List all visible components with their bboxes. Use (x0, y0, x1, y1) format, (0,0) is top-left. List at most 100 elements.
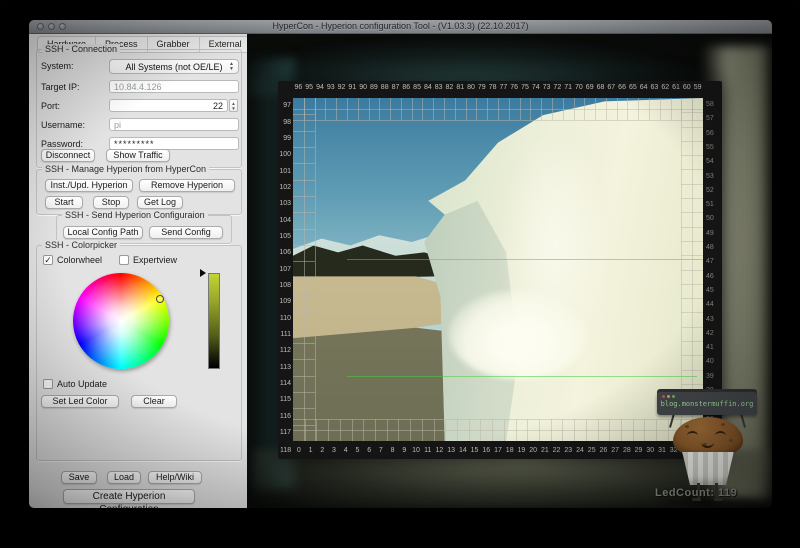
show-traffic-button[interactable]: Show Traffic (106, 149, 170, 162)
mascot-arm (669, 413, 675, 428)
checkbox-box (119, 255, 129, 265)
preview-area: 9695949392919089888786858483828180797877… (247, 34, 772, 508)
grid-line (293, 430, 703, 431)
led-index-label: 71 (564, 84, 572, 91)
video-splash (449, 290, 588, 379)
led-index-label: 55 (706, 144, 714, 151)
video-preview (293, 98, 703, 441)
led-index-label: 92 (338, 84, 346, 91)
color-wheel-selector[interactable] (156, 295, 164, 303)
led-index-label: 28 (623, 447, 631, 454)
led-index-label: 117 (279, 429, 291, 436)
led-index-label: 44 (706, 301, 714, 308)
led-index-label: 9 (402, 447, 406, 454)
led-index-label: 3 (332, 447, 336, 454)
led-index-label: 84 (424, 84, 432, 91)
group-manage-hyperion: SSH - Manage Hyperion from HyperCon Inst… (36, 169, 242, 215)
led-index-label: 72 (553, 84, 561, 91)
sign-green-dot-icon (672, 395, 675, 398)
system-dropdown[interactable]: All Systems (not OE/LE) ▲▼ (109, 59, 239, 74)
install-update-hyperion-button[interactable]: Inst./Upd. Hyperion (45, 179, 133, 192)
expertview-checkbox-label: Expertview (133, 255, 177, 265)
led-index-label: 40 (706, 358, 714, 365)
led-index-label: 5 (355, 447, 359, 454)
grid-line (293, 419, 703, 420)
led-index-label: 13 (447, 447, 455, 454)
led-index-label: 56 (706, 130, 714, 137)
set-led-color-button[interactable]: Set Led Color (41, 395, 119, 408)
title-bar[interactable]: HyperCon - Hyperion configuration Tool -… (29, 20, 772, 34)
watermark-url: blog.monstermuffin.org (657, 400, 757, 408)
video-scanline (347, 376, 697, 377)
username-field[interactable]: pi (109, 118, 239, 131)
system-dropdown-value: All Systems (not OE/LE) (125, 62, 222, 72)
led-index-label: 107 (279, 266, 291, 273)
help-wiki-button[interactable]: Help/Wiki (148, 471, 202, 484)
led-index-label: 48 (706, 244, 714, 251)
led-index-label: 45 (706, 287, 714, 294)
send-config-button[interactable]: Send Config (149, 226, 223, 239)
led-index-label: 50 (706, 215, 714, 222)
start-button[interactable]: Start (45, 196, 83, 209)
led-index-label: 63 (651, 84, 659, 91)
led-index-label: 4 (344, 447, 348, 454)
led-index-label: 90 (359, 84, 367, 91)
led-index-label: 26 (600, 447, 608, 454)
led-index-label: 49 (706, 230, 714, 237)
create-hyperion-configuration-button[interactable]: Create Hyperion Configuration (63, 489, 195, 504)
color-wheel[interactable] (73, 273, 169, 369)
led-index-label: 69 (586, 84, 594, 91)
watermark-sign: blog.monstermuffin.org (657, 392, 757, 415)
dropdown-stepper-icon[interactable]: ▲▼ (228, 62, 235, 72)
value-bar-marker-icon[interactable] (200, 269, 206, 277)
disconnect-button[interactable]: Disconnect (41, 149, 95, 162)
remove-hyperion-button[interactable]: Remove Hyperion (139, 179, 235, 192)
led-index-label: 73 (543, 84, 551, 91)
led-index-label: 43 (706, 316, 714, 323)
led-index-label: 23 (564, 447, 572, 454)
led-index-label: 110 (279, 315, 291, 322)
led-index-label: 11 (424, 447, 431, 454)
led-index-label: 94 (316, 84, 324, 91)
save-button[interactable]: Save (61, 471, 97, 484)
led-index-label: 93 (327, 84, 335, 91)
value-gradient-bar[interactable] (208, 273, 220, 369)
mascot-eye-icon (715, 431, 726, 440)
colorwheel-checkbox[interactable]: ✓ Colorwheel (43, 255, 102, 265)
group-title: SSH - Colorpicker (42, 240, 120, 250)
led-index-label: 6 (367, 447, 371, 454)
led-index-label: 59 (694, 84, 702, 91)
auto-update-checkbox[interactable]: Auto Update (43, 379, 107, 389)
expertview-checkbox[interactable]: Expertview (119, 255, 177, 265)
clear-button[interactable]: Clear (131, 395, 177, 408)
local-config-path-button[interactable]: Local Config Path (63, 226, 143, 239)
led-index-label: 14 (459, 447, 467, 454)
led-index-label: 106 (279, 249, 291, 256)
led-index-label: 86 (402, 84, 410, 91)
led-index-label: 7 (379, 447, 383, 454)
get-log-button[interactable]: Get Log (137, 196, 183, 209)
grid-line (315, 98, 316, 441)
led-index-label: 109 (279, 298, 291, 305)
led-index-label: 113 (279, 364, 291, 371)
led-index-label: 21 (541, 447, 549, 454)
sign-yellow-dot-icon (667, 395, 670, 398)
led-index-label: 41 (706, 344, 714, 351)
led-index-label: 27 (611, 447, 619, 454)
led-index-label: 58 (706, 101, 714, 108)
target-ip-field[interactable]: 10.84.4.126 (109, 80, 239, 93)
port-field[interactable]: 22 (109, 99, 228, 112)
mascot-eye-icon (687, 431, 698, 440)
led-count-text: LedCount: 119 (655, 487, 737, 499)
led-index-label: 76 (510, 84, 518, 91)
video-scanline (347, 259, 703, 260)
load-button[interactable]: Load (107, 471, 141, 484)
led-index-label: 67 (607, 84, 615, 91)
led-index-label: 103 (279, 200, 291, 207)
led-index-label: 25 (588, 447, 596, 454)
stop-button[interactable]: Stop (93, 196, 129, 209)
led-index-label: 116 (279, 413, 291, 420)
port-stepper-icon[interactable]: ▲▼ (229, 99, 238, 112)
led-index-label: 79 (478, 84, 486, 91)
led-index-label: 1 (309, 447, 313, 454)
